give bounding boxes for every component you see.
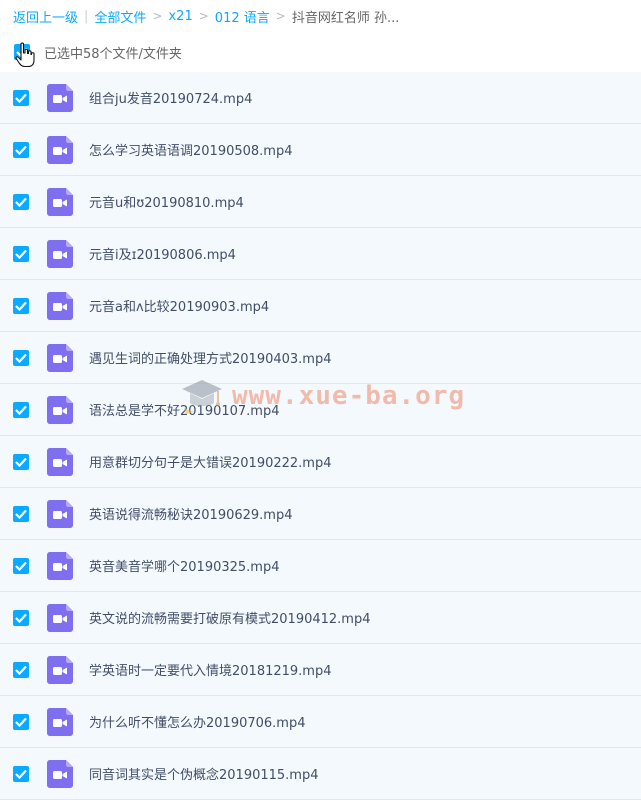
video-file-icon <box>47 395 73 424</box>
file-name: 英文说的流畅需要打破原有模式20190412.mp4 <box>89 612 371 627</box>
file-row[interactable]: 英语说得流畅秘诀20190629.mp4 <box>0 488 641 540</box>
video-file-icon <box>47 291 73 320</box>
file-checkbox[interactable] <box>13 245 29 262</box>
video-file-icon <box>47 447 73 476</box>
video-file-icon <box>47 603 73 632</box>
breadcrumb: 返回上一级 | 全部文件 > x21 > 012 语言 > 抖音网红名师 孙..… <box>0 0 641 32</box>
file-name: 元音u和ʊ20190810.mp4 <box>89 196 244 211</box>
file-checkbox[interactable] <box>13 297 29 314</box>
breadcrumb-divider: | <box>84 8 89 24</box>
file-name: 语法总是学不好20190107.mp4 <box>89 404 280 419</box>
video-file-icon <box>47 83 73 112</box>
file-checkbox[interactable] <box>13 453 29 470</box>
video-file-icon <box>47 655 73 684</box>
file-row[interactable]: 元音a和ʌ比较20190903.mp4 <box>0 280 641 332</box>
file-row[interactable]: 学英语时一定要代入情境20181219.mp4 <box>0 644 641 696</box>
file-checkbox[interactable] <box>13 89 29 106</box>
back-link[interactable]: 返回上一级 <box>13 7 78 26</box>
file-row[interactable]: 语法总是学不好20190107.mp4 <box>0 384 641 436</box>
file-name: 元音i及ɪ20190806.mp4 <box>89 248 236 263</box>
selection-count-text: 已选中58个文件/文件夹 <box>44 46 182 62</box>
breadcrumb-current-folder: 抖音网红名师 孙... <box>291 10 400 26</box>
selection-header: 已选中58个文件/文件夹 <box>0 32 641 72</box>
file-row[interactable]: 为什么听不懂怎么办20190706.mp4 <box>0 696 641 748</box>
file-name: 学英语时一定要代入情境20181219.mp4 <box>89 664 332 679</box>
file-name: 用意群切分句子是大错误20190222.mp4 <box>89 456 332 471</box>
file-name: 组合ju发音20190724.mp4 <box>89 92 253 107</box>
breadcrumb-folder-language[interactable]: 012 语言 <box>215 7 270 26</box>
video-file-icon <box>47 759 73 788</box>
file-row[interactable]: 同音词其实是个伪概念20190115.mp4 <box>0 748 641 800</box>
file-checkbox[interactable] <box>13 141 29 158</box>
chevron-right-icon: > <box>152 9 163 23</box>
file-row[interactable]: 英文说的流畅需要打破原有模式20190412.mp4 <box>0 592 641 644</box>
file-row[interactable]: 元音u和ʊ20190810.mp4 <box>0 176 641 228</box>
file-checkbox[interactable] <box>13 713 29 730</box>
file-checkbox[interactable] <box>13 609 29 626</box>
file-name: 元音a和ʌ比较20190903.mp4 <box>89 300 270 315</box>
file-checkbox[interactable] <box>13 505 29 522</box>
chevron-right-icon: > <box>198 9 209 23</box>
file-list: 组合ju发音20190724.mp4 怎么学习英语语调20190508.mp4 元音… <box>0 72 641 800</box>
video-file-icon <box>47 239 73 268</box>
video-file-icon <box>47 187 73 216</box>
file-checkbox[interactable] <box>13 401 29 418</box>
file-checkbox[interactable] <box>13 349 29 366</box>
file-name: 英语说得流畅秘诀20190629.mp4 <box>89 508 293 523</box>
file-row[interactable]: 元音i及ɪ20190806.mp4 <box>0 228 641 280</box>
breadcrumb-folder-x21[interactable]: x21 <box>168 9 192 24</box>
video-file-icon <box>47 135 73 164</box>
file-name: 遇见生词的正确处理方式20190403.mp4 <box>89 352 332 367</box>
file-checkbox[interactable] <box>13 661 29 678</box>
file-name: 英音美音学哪个20190325.mp4 <box>89 560 280 575</box>
hand-cursor-icon <box>15 42 35 68</box>
file-row[interactable]: 怎么学习英语语调20190508.mp4 <box>0 124 641 176</box>
video-file-icon <box>47 499 73 528</box>
chevron-right-icon: > <box>275 9 286 23</box>
file-name: 同音词其实是个伪概念20190115.mp4 <box>89 768 319 783</box>
file-row[interactable]: 组合ju发音20190724.mp4 <box>0 72 641 124</box>
file-checkbox[interactable] <box>13 765 29 782</box>
video-file-icon <box>47 551 73 580</box>
video-file-icon <box>47 707 73 736</box>
file-row[interactable]: 英音美音学哪个20190325.mp4 <box>0 540 641 592</box>
file-checkbox[interactable] <box>13 193 29 210</box>
file-name: 为什么听不懂怎么办20190706.mp4 <box>89 716 306 731</box>
video-file-icon <box>47 343 73 372</box>
file-row[interactable]: 用意群切分句子是大错误20190222.mp4 <box>0 436 641 488</box>
file-row[interactable]: 遇见生词的正确处理方式20190403.mp4 <box>0 332 641 384</box>
all-files-link[interactable]: 全部文件 <box>94 7 146 26</box>
file-name: 怎么学习英语语调20190508.mp4 <box>89 144 293 159</box>
file-checkbox[interactable] <box>13 557 29 574</box>
